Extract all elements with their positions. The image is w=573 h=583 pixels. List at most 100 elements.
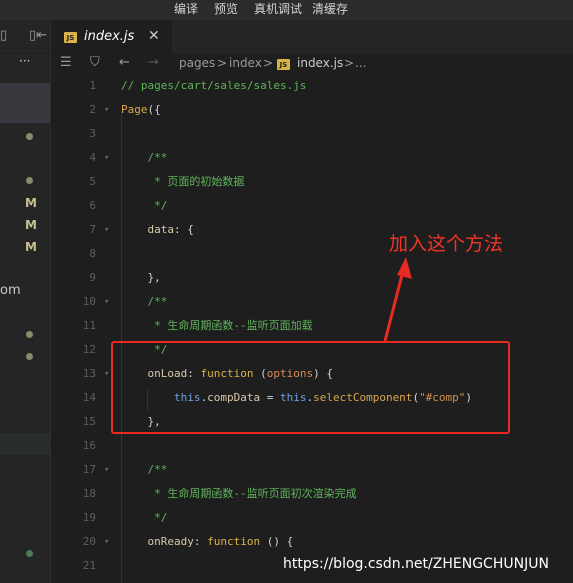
git-modified-mark: M bbox=[25, 196, 37, 210]
line-number: 15 bbox=[82, 415, 96, 428]
highlight-box bbox=[111, 341, 510, 434]
annotation-label: 加入这个方法 bbox=[389, 233, 504, 255]
code-token: /** bbox=[121, 151, 168, 164]
tab-bar: JS index.js ✕ bbox=[51, 20, 573, 54]
file-name-partial[interactable]: om bbox=[0, 283, 21, 298]
explorer-sidebar: ▯ ▯⇤ ··· M M M om bbox=[0, 20, 51, 583]
code-line[interactable]: 10 ▾ /** bbox=[51, 290, 573, 314]
git-status-dot bbox=[26, 550, 33, 557]
code-token: function bbox=[207, 535, 261, 548]
code-line[interactable]: 2 ▾ Page({ bbox=[51, 98, 573, 122]
sidebar-active-row[interactable] bbox=[0, 433, 50, 455]
code-text: /** bbox=[121, 146, 167, 170]
code-text: */ bbox=[121, 506, 167, 530]
git-modified-mark: M bbox=[25, 218, 37, 232]
code-text: */ bbox=[121, 194, 167, 218]
code-line[interactable]: 9 }, bbox=[51, 266, 573, 290]
line-number: 13 bbox=[82, 367, 96, 380]
breadcrumb: ☰ ⛉ ← → pages > index > JS index.js > ..… bbox=[51, 54, 573, 74]
code-token: : bbox=[193, 535, 208, 548]
line-number: 9 bbox=[89, 271, 96, 284]
sidebar-selected-row[interactable] bbox=[0, 83, 50, 123]
line-number: 4 bbox=[89, 151, 96, 164]
fold-chevron-icon[interactable]: ▾ bbox=[104, 218, 109, 242]
git-modified-mark: M bbox=[25, 240, 37, 254]
code-editor[interactable]: 1 // pages/cart/sales/sales.js 2 ▾ Page({3 4 ▾… bbox=[51, 74, 573, 583]
breadcrumb-item[interactable]: ... bbox=[355, 56, 366, 70]
scroll-left-icon[interactable]: ▯ bbox=[0, 28, 7, 43]
line-number: 17 bbox=[82, 463, 96, 476]
git-status-dot bbox=[26, 133, 33, 140]
code-token: */ bbox=[121, 511, 168, 524]
compile-button[interactable]: 编译 bbox=[174, 0, 198, 18]
collapse-icon[interactable]: ▯⇤ bbox=[29, 28, 47, 43]
line-number: 19 bbox=[82, 511, 96, 524]
code-token: */ bbox=[121, 199, 168, 212]
code-token: * 页面的初始数据 bbox=[121, 175, 245, 188]
code-token: /** bbox=[121, 295, 168, 308]
code-line[interactable]: 18 * 生命周期函数--监听页面初次渲染完成 bbox=[51, 482, 573, 506]
code-line[interactable]: 6 */ bbox=[51, 194, 573, 218]
preview-button[interactable]: 预览 bbox=[214, 0, 238, 18]
code-text: onReady: function () { bbox=[121, 530, 293, 554]
code-token: * 生命周期函数--监听页面初次渲染完成 bbox=[121, 487, 357, 500]
code-text: /** bbox=[121, 458, 167, 482]
breadcrumb-item[interactable]: index.js bbox=[297, 56, 343, 70]
breadcrumb-separator: > bbox=[217, 56, 228, 70]
code-line[interactable]: 3 bbox=[51, 122, 573, 146]
code-line[interactable]: 16 bbox=[51, 434, 573, 458]
line-number: 6 bbox=[89, 199, 96, 212]
line-number: 18 bbox=[82, 487, 96, 500]
breadcrumb-separator: > bbox=[263, 56, 274, 70]
code-text: * 页面的初始数据 bbox=[121, 170, 244, 194]
fold-chevron-icon[interactable]: ▾ bbox=[104, 458, 109, 482]
device-debug-button[interactable]: 真机调试 bbox=[254, 0, 302, 18]
line-number: 8 bbox=[89, 247, 96, 260]
breadcrumb-separator: > bbox=[344, 56, 355, 70]
editor-window: 编译 预览 真机调试 清缓存 ▯ ▯⇤ ··· M M M om JS inde… bbox=[0, 0, 573, 583]
code-token: data bbox=[121, 223, 174, 236]
code-line[interactable]: 11 * 生命周期函数--监听页面加载 bbox=[51, 314, 573, 338]
line-number: 5 bbox=[89, 175, 96, 188]
fold-chevron-icon[interactable]: ▾ bbox=[104, 362, 109, 386]
top-toolbar: 编译 预览 真机调试 清缓存 bbox=[0, 0, 573, 20]
annotation-arrow-icon bbox=[383, 257, 412, 342]
code-token: }, bbox=[121, 271, 161, 284]
bookmark-icon[interactable]: ⛉ bbox=[90, 55, 100, 70]
line-number: 7 bbox=[89, 223, 96, 236]
fold-chevron-icon[interactable]: ▾ bbox=[104, 530, 109, 554]
fold-chevron-icon[interactable]: ▾ bbox=[104, 146, 109, 170]
code-line[interactable]: 19 */ bbox=[51, 506, 573, 530]
breadcrumb-item[interactable]: index bbox=[229, 56, 262, 70]
line-number: 3 bbox=[89, 127, 96, 140]
line-number: 20 bbox=[82, 535, 96, 548]
code-line[interactable]: 1 // pages/cart/sales/sales.js bbox=[51, 74, 573, 98]
code-token: : { bbox=[173, 223, 194, 236]
line-number: 1 bbox=[89, 79, 96, 92]
line-number: 16 bbox=[82, 439, 96, 452]
code-token: Page bbox=[121, 103, 148, 116]
git-status-dot bbox=[26, 331, 33, 338]
breadcrumb-item[interactable]: pages bbox=[179, 56, 215, 70]
code-line[interactable]: 17 ▾ /** bbox=[51, 458, 573, 482]
fold-chevron-icon[interactable]: ▾ bbox=[104, 98, 109, 122]
code-line[interactable]: 5 * 页面的初始数据 bbox=[51, 170, 573, 194]
code-text: * 生命周期函数--监听页面加载 bbox=[121, 314, 313, 338]
back-arrow-icon[interactable]: ← bbox=[119, 55, 130, 70]
close-icon[interactable]: ✕ bbox=[148, 28, 160, 44]
tab-label: index.js bbox=[84, 29, 135, 44]
code-line[interactable]: 4 ▾ /** bbox=[51, 146, 573, 170]
line-number: 14 bbox=[82, 391, 96, 404]
tab-index-js[interactable]: JS index.js ✕ bbox=[51, 20, 172, 54]
list-icon[interactable]: ☰ bbox=[60, 55, 72, 70]
code-text: }, bbox=[121, 266, 161, 290]
fold-chevron-icon[interactable]: ▾ bbox=[104, 290, 109, 314]
more-icon[interactable]: ··· bbox=[19, 54, 30, 68]
code-token: * 生命周期函数--监听页面加载 bbox=[121, 319, 313, 332]
code-token: // pages/cart/sales/sales.js bbox=[121, 79, 307, 92]
code-line[interactable]: 20 ▾ onReady: function () { bbox=[51, 530, 573, 554]
forward-arrow-icon[interactable]: → bbox=[148, 55, 159, 70]
clear-cache-button[interactable]: 清缓存 bbox=[312, 0, 348, 18]
line-number: 12 bbox=[82, 343, 96, 356]
code-text: * 生命周期函数--监听页面初次渲染完成 bbox=[121, 482, 357, 506]
